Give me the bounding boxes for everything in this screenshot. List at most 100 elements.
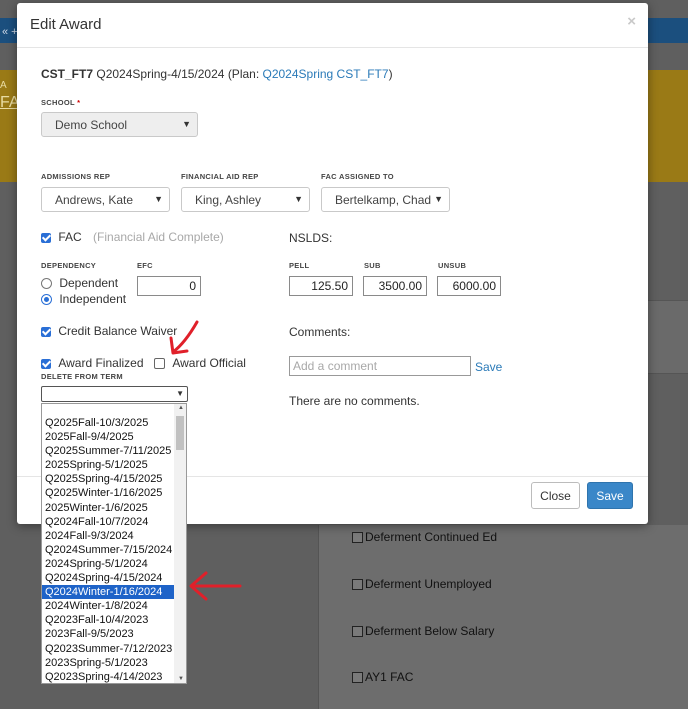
delete-from-term-select[interactable]: ▼ (41, 386, 188, 402)
student-id: CST_FT7 (41, 67, 94, 81)
checkbox-label: Deferment Unemployed (365, 577, 492, 591)
chevron-down-icon: ▼ (176, 389, 184, 398)
admissions-rep-label: ADMISSIONS REP (41, 172, 111, 181)
term-option-highlighted[interactable]: Q2024Winter-1/16/2024 (42, 585, 175, 600)
fac-checkbox[interactable] (41, 232, 51, 243)
financial-aid-rep-label: FINANCIAL AID REP (181, 172, 259, 181)
chevron-down-icon: ▼ (434, 194, 443, 204)
dependency-label: DEPENDENCY (41, 261, 97, 270)
checkbox-box[interactable] (352, 625, 363, 637)
modal-header-divider (17, 47, 648, 48)
award-official-label: Award Official (172, 356, 246, 370)
financial-aid-rep-value: King, Ashley (195, 193, 262, 207)
award-finalized-row: Award Finalized (41, 356, 144, 370)
efc-input[interactable]: 0 (137, 276, 201, 296)
close-icon[interactable]: × (627, 13, 636, 30)
school-select[interactable]: Demo School ▼ (41, 112, 198, 137)
term-option[interactable]: 2024Winter-1/8/2024 (42, 599, 175, 613)
award-finalized-label: Award Finalized (58, 356, 144, 370)
dependency-option-independent[interactable]: Independent (41, 292, 126, 306)
no-comments-text: There are no comments. (289, 394, 420, 408)
background-checkbox-deferment-unemployed[interactable]: Deferment Unemployed (352, 577, 492, 591)
school-label-text: SCHOOL (41, 98, 75, 107)
term-option[interactable]: Q2023Fall-10/4/2023 (42, 613, 175, 627)
comment-save-link[interactable]: Save (475, 360, 502, 374)
chevron-down-icon: ▼ (182, 119, 191, 129)
plan-prefix: (Plan: (227, 67, 263, 81)
term-option[interactable]: Q2024Spring-4/15/2024 (42, 571, 175, 585)
checkbox-box[interactable] (352, 578, 363, 590)
plan-link[interactable]: Q2024Spring CST_FT7 (263, 67, 389, 81)
independent-radio[interactable] (41, 294, 52, 306)
term-option[interactable]: Q2025Winter-1/16/2025 (42, 486, 175, 500)
checkbox-label: Deferment Continued Ed (365, 530, 498, 544)
fac-assigned-to-select[interactable]: Bertelkamp, Chad ▼ (321, 187, 450, 212)
scroll-down-icon[interactable]: ▼ (178, 676, 184, 682)
award-summary: CST_FT7 Q2024Spring-4/15/2024 (Plan: Q20… (41, 67, 393, 81)
delete-from-term-dropdown-list[interactable]: Q2025Fall-10/3/2025 2025Fall-9/4/2025 Q2… (41, 403, 187, 684)
dropdown-scrollbar[interactable]: ▲ ▼ (174, 404, 186, 683)
background-banner-fragment-small: A (0, 80, 7, 91)
annotation-arrow-left-icon (189, 571, 242, 601)
dependent-radio[interactable] (41, 278, 52, 290)
award-official-row: Award Official (154, 356, 246, 370)
close-button[interactable]: Close (531, 482, 580, 509)
term-option[interactable]: 2025Winter-1/6/2025 (42, 501, 175, 515)
background-right-strip (648, 300, 688, 374)
term-option[interactable]: Q2023Summer-7/12/2023 (42, 642, 175, 656)
term-option[interactable]: Q2025Summer-7/11/2025 (42, 444, 175, 458)
term-option[interactable]: 2023Spring-5/1/2023 (42, 656, 175, 670)
delete-from-term-label: DELETE FROM TERM (41, 372, 123, 381)
dependent-radio-label: Dependent (59, 276, 119, 290)
credit-balance-waiver-row: Credit Balance Waiver (41, 324, 177, 338)
comment-input[interactable]: Add a comment (289, 356, 471, 376)
term-option[interactable]: 2023Fall-9/5/2023 (42, 627, 175, 641)
background-checkbox-ay1-fac[interactable]: AY1 FAC (352, 670, 413, 684)
checkbox-box[interactable] (352, 671, 363, 683)
background-checkbox-deferment-below-salary[interactable]: Deferment Below Salary (352, 624, 494, 638)
term-option[interactable]: Q2024Summer-7/15/2024 (42, 543, 175, 557)
fac-hint: (Financial Aid Complete) (93, 230, 224, 244)
background-navbar-fragment: « + (2, 26, 18, 38)
background-checkbox-deferment-continued-ed[interactable]: Deferment Continued Ed (352, 530, 497, 544)
award-finalized-checkbox[interactable] (41, 358, 51, 369)
award-official-checkbox[interactable] (154, 358, 165, 370)
dependency-option-dependent[interactable]: Dependent (41, 276, 118, 290)
credit-balance-waiver-checkbox[interactable] (41, 326, 51, 337)
required-mark: * (77, 98, 81, 107)
term-option[interactable]: 2025Spring-5/1/2025 (42, 458, 175, 472)
checkbox-box[interactable] (352, 531, 363, 543)
checkbox-label: Deferment Below Salary (365, 624, 495, 638)
term-option[interactable]: Q2025Fall-10/3/2025 (42, 416, 175, 430)
unsub-input[interactable]: 6000.00 (437, 276, 501, 296)
fac-label: FAC (58, 230, 82, 244)
award-term: Q2024Spring-4/15/2024 (96, 67, 225, 81)
admissions-rep-select[interactable]: Andrews, Kate ▼ (41, 187, 170, 212)
fac-assigned-to-label: FAC ASSIGNED TO (321, 172, 394, 181)
pell-input[interactable]: 125.50 (289, 276, 353, 296)
unsub-label: UNSUB (438, 261, 467, 270)
annotation-arrow-down-left-icon (169, 320, 199, 355)
term-option[interactable]: Q2023Spring-4/14/2023 (42, 670, 175, 683)
term-option[interactable]: Q2025Spring-4/15/2025 (42, 472, 175, 486)
save-button[interactable]: Save (587, 482, 633, 509)
comments-label: Comments: (289, 325, 351, 339)
plan-suffix: ) (388, 67, 393, 81)
sub-input[interactable]: 3500.00 (363, 276, 427, 296)
sub-label: SUB (364, 261, 381, 270)
admissions-rep-value: Andrews, Kate (55, 193, 134, 207)
pell-label: PELL (289, 261, 310, 270)
term-option[interactable]: 2024Spring-5/1/2024 (42, 557, 175, 571)
fac-assigned-to-value: Bertelkamp, Chad (335, 193, 432, 207)
efc-label: EFC (137, 261, 153, 270)
school-select-value: Demo School (55, 118, 128, 132)
term-option[interactable]: 2025Fall-9/4/2025 (42, 430, 175, 444)
scroll-up-icon[interactable]: ▲ (178, 405, 184, 411)
comment-placeholder: Add a comment (293, 359, 378, 373)
financial-aid-rep-select[interactable]: King, Ashley ▼ (181, 187, 310, 212)
term-option[interactable]: Q2024Fall-10/7/2024 (42, 515, 175, 529)
fac-checkbox-row: FAC (Financial Aid Complete) (41, 230, 224, 244)
chevron-down-icon: ▼ (294, 194, 303, 204)
term-option[interactable]: 2024Fall-9/3/2024 (42, 529, 175, 543)
dropdown-scrollbar-thumb[interactable] (176, 416, 184, 450)
